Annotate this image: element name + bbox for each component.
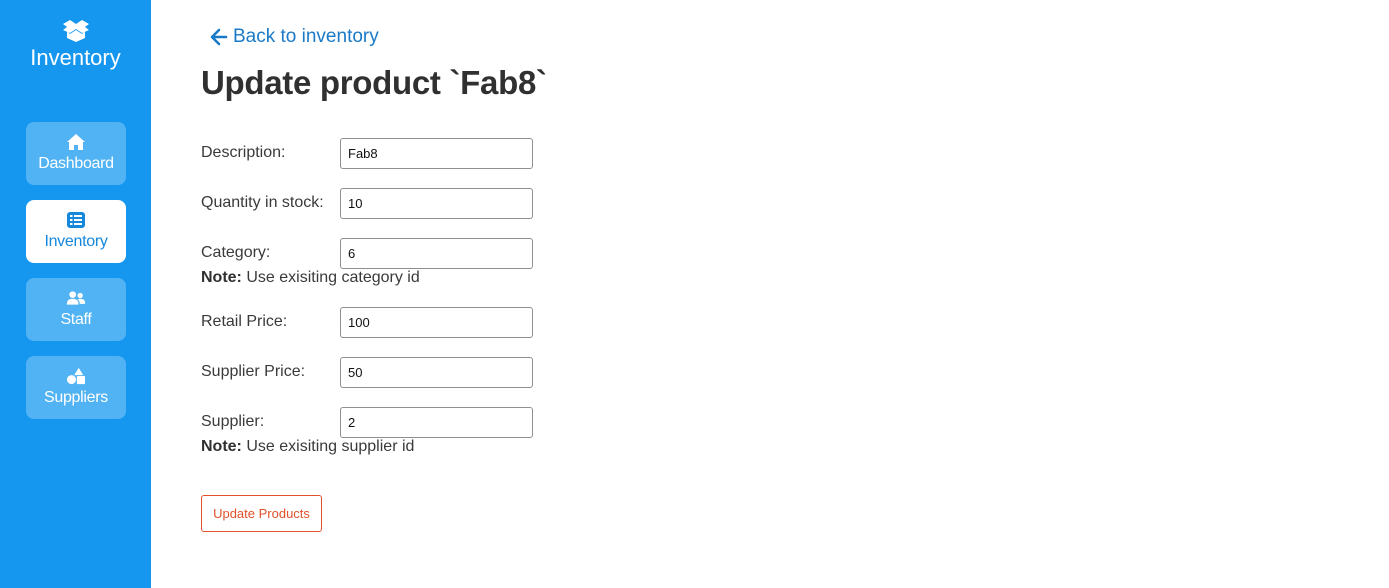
category-note-text: Use exisiting category id	[241, 269, 420, 286]
page-title: Update product `Fab8`	[201, 64, 547, 101]
update-products-button[interactable]: Update Products	[201, 495, 322, 532]
category-note: Note: Use exisiting category id	[201, 268, 420, 288]
supplier-note: Note: Use exisiting supplier id	[201, 437, 414, 457]
brand-name: Inventory	[30, 45, 121, 70]
users-icon	[66, 291, 86, 305]
supplier-note-prefix: Note:	[201, 438, 242, 455]
back-link-label: Back to inventory	[233, 26, 379, 47]
sidebar-item-label: Suppliers	[43, 389, 108, 406]
sidebar-item-label: Inventory	[44, 233, 108, 250]
box-open-icon	[62, 20, 89, 42]
supplier-label: Supplier:	[201, 413, 265, 430]
sidebar-item-staff[interactable]: Staff	[26, 278, 126, 341]
supplier-note-text: Use exisiting supplier id	[241, 438, 415, 455]
brand: Inventory	[0, 18, 151, 72]
arrow-left-icon	[210, 28, 228, 46]
category-note-prefix: Note:	[201, 269, 242, 286]
sidebar: Inventory Dashboard Inventory Staff Supp…	[0, 0, 151, 588]
sidebar-item-dashboard[interactable]: Dashboard	[26, 122, 126, 185]
quantity-field[interactable]	[340, 188, 533, 219]
retail-price-label: Retail Price:	[201, 313, 288, 330]
sidebar-item-inventory[interactable]: Inventory	[26, 200, 126, 263]
home-icon	[67, 134, 85, 150]
description-label: Description:	[201, 144, 286, 161]
sidebar-item-label: Dashboard	[38, 155, 114, 172]
list-icon	[67, 212, 85, 228]
back-to-inventory-link[interactable]: Back to inventory	[210, 24, 379, 50]
retail-price-field[interactable]	[340, 307, 533, 338]
quantity-label: Quantity in stock:	[201, 194, 324, 211]
sidebar-item-label: Staff	[60, 311, 92, 328]
sidebar-item-suppliers[interactable]: Suppliers	[26, 356, 126, 419]
description-field[interactable]	[340, 138, 533, 169]
category-field[interactable]	[340, 238, 533, 269]
supplier-price-label: Supplier Price:	[201, 363, 306, 380]
supplier-field[interactable]	[340, 407, 533, 438]
shapes-icon	[67, 367, 85, 385]
category-label: Category:	[201, 244, 271, 261]
supplier-price-field[interactable]	[340, 357, 533, 388]
